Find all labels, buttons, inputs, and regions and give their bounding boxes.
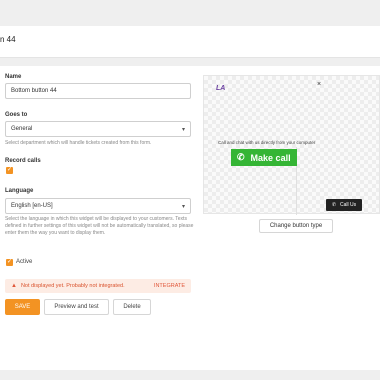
chevron-down-icon: ▾ [181,126,185,133]
goes-to-label: Goes to [5,112,28,118]
brand-logo: LA [216,85,226,92]
call-us-button: ✆ Call Us [326,199,362,211]
language-help: Select the language in which this widget… [5,216,194,236]
save-button[interactable]: SAVE [5,299,40,315]
top-bar: n 44 [0,26,380,58]
language-value: English [en-US] [11,203,53,209]
make-call-label: Make call [250,152,291,163]
preview-and-test-button[interactable]: Preview and test [44,299,109,315]
call-us-label: Call Us [340,202,357,208]
page-title: n 44 [0,35,16,44]
name-label: Name [5,74,22,80]
close-icon: × [317,81,322,88]
integrate-link[interactable]: INTEGRATE [154,283,185,289]
integration-warning: ▲ Not displayed yet. Probably not integr… [5,279,191,293]
goes-to-value: General [11,126,33,132]
make-call-button: ✆ Make call [231,149,297,166]
record-calls-checkbox[interactable]: ✓ [6,167,13,174]
phone-icon: ✆ [237,152,245,162]
language-select[interactable]: English [en-US] ▾ [5,198,191,214]
language-label: Language [5,188,34,194]
phone-icon: ✆ [331,202,337,208]
delete-button[interactable]: Delete [113,299,151,315]
active-label: Active [16,259,33,265]
goes-to-select[interactable]: General ▾ [5,121,191,137]
chevron-down-icon: ▾ [181,203,185,210]
preview-tagline: Call and chat with us directly from your… [218,140,316,145]
name-input[interactable]: Bottom button 44 [5,83,191,99]
widget-preview: LA × Call and chat with us directly from… [203,75,380,215]
goes-to-help: Select department which will handle tick… [5,140,152,146]
warning-text: Not displayed yet. Probably not integrat… [20,283,125,289]
active-checkbox[interactable]: ✓ [6,259,13,266]
warning-icon: ▲ [11,283,17,289]
change-button-type-button[interactable]: Change button type [259,219,333,233]
record-calls-label: Record calls [5,158,41,164]
